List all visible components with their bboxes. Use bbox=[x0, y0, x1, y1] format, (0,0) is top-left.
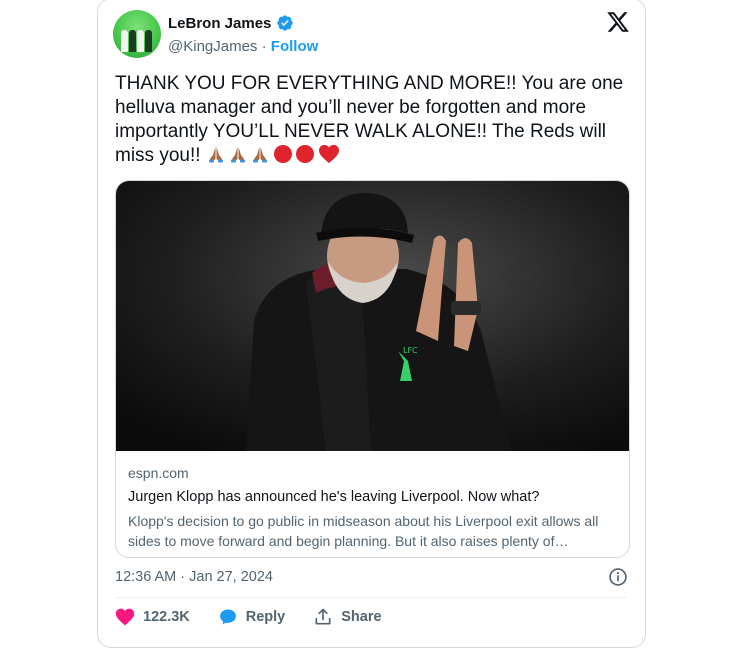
reply-bubble-icon bbox=[219, 609, 236, 625]
action-bar: 122.3K Reply Share bbox=[115, 607, 410, 627]
heart-icon bbox=[115, 608, 135, 626]
red-circle-icon bbox=[273, 145, 292, 163]
avatar[interactable] bbox=[113, 10, 161, 58]
author-handle-row: @KingJames · Follow bbox=[168, 38, 318, 55]
tweet-text: THANK YOU FOR EVERYTHING AND MORE!! You … bbox=[115, 73, 624, 166]
tweet-embed-card: LeBron James @KingJames · Follow THANK Y… bbox=[97, 0, 646, 648]
verified-badge-icon bbox=[277, 15, 294, 31]
reply-button[interactable]: Reply bbox=[218, 607, 286, 627]
share-upload-icon bbox=[315, 608, 331, 625]
separator-dot: · bbox=[261, 38, 267, 55]
share-label: Share bbox=[341, 609, 382, 625]
emoji-row bbox=[206, 144, 340, 164]
author-name[interactable]: LeBron James bbox=[168, 15, 271, 32]
link-meta: espn.com Jurgen Klopp has announced he's… bbox=[128, 465, 618, 551]
reply-label: Reply bbox=[245, 609, 286, 625]
red-heart-icon bbox=[318, 144, 339, 164]
folded-hands-icon bbox=[252, 147, 267, 163]
info-icon[interactable] bbox=[608, 567, 628, 587]
author-name-row: LeBron James bbox=[168, 14, 294, 32]
link-headline[interactable]: Jurgen Klopp has announced he's leaving … bbox=[128, 489, 618, 505]
like-button[interactable]: 122.3K bbox=[115, 607, 190, 627]
tweet-timestamp[interactable]: 12:36 AM · Jan 27, 2024 bbox=[115, 569, 273, 585]
article-photo: LFC bbox=[116, 181, 629, 451]
like-count: 122.3K bbox=[143, 609, 190, 625]
svg-text:LFC: LFC bbox=[403, 346, 418, 355]
folded-hands-icon bbox=[208, 147, 223, 163]
follow-link[interactable]: Follow bbox=[271, 38, 319, 55]
author-handle[interactable]: @KingJames bbox=[168, 38, 257, 55]
folded-hands-icon bbox=[230, 147, 245, 163]
tweet-text-block: THANK YOU FOR EVERYTHING AND MORE!! You … bbox=[115, 72, 630, 168]
link-description: Klopp's decision to go public in midseas… bbox=[128, 513, 599, 549]
link-domain: espn.com bbox=[128, 465, 189, 481]
divider bbox=[115, 597, 628, 598]
red-circle-icon bbox=[295, 145, 314, 163]
link-preview-card[interactable]: LFC espn.com Jurgen Klopp has announced … bbox=[115, 180, 630, 558]
share-button[interactable]: Share bbox=[313, 607, 382, 627]
x-logo-icon[interactable] bbox=[606, 10, 630, 34]
